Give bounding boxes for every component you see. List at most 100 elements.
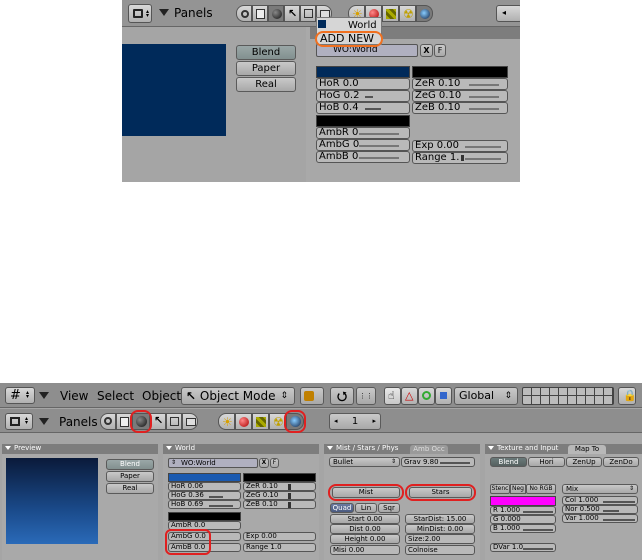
tex-nor-slider[interactable]: Nor 0.500	[562, 505, 638, 514]
preview-collapse-icon[interactable]	[5, 446, 11, 450]
manipulator-hand-icon[interactable]: ☝	[384, 387, 401, 405]
top-ambient-swatch[interactable]	[316, 115, 410, 127]
top-ambg-slider[interactable]: AmbG 0.	[316, 139, 410, 151]
menu-select[interactable]: Select	[97, 389, 134, 403]
lock-icon[interactable]: 🔒	[618, 387, 636, 405]
top-zer-slider[interactable]: ZeR 0.10	[412, 78, 508, 90]
tex-b-slider[interactable]: B 1.000	[490, 524, 556, 533]
mindist-field[interactable]: MinDist: 0.00	[405, 524, 475, 534]
tex-dvar-slider[interactable]: DVar 1.0	[490, 543, 556, 552]
buttons-window-type[interactable]: ▴ ▾	[5, 413, 33, 430]
mist-height-field[interactable]: Height 0.00	[330, 534, 400, 544]
mapping-hori[interactable]: Hori	[528, 457, 565, 467]
world-fake-button[interactable]: F	[270, 458, 279, 468]
zeg-slider[interactable]: ZeG 0.10	[243, 491, 316, 500]
falloff-quad[interactable]: Quad	[330, 503, 354, 513]
world-unlink-button[interactable]: X	[259, 458, 269, 468]
mist-dist-field[interactable]: Dist 0.00	[330, 524, 400, 534]
preview-blend-button[interactable]: Blend	[106, 459, 154, 470]
scale-icon[interactable]	[435, 387, 452, 405]
mapping-zenup[interactable]: ZenUp	[566, 457, 602, 467]
radiosity-subcontext-icon[interactable]: ☢	[399, 5, 416, 22]
top-fake-button[interactable]: F	[434, 44, 446, 57]
range-slider[interactable]: Range 1.0	[243, 543, 316, 552]
top-unlink-button[interactable]: X	[420, 44, 433, 57]
b-texture-icon[interactable]	[252, 413, 269, 430]
top-hor-slider[interactable]: HoR 0.0	[316, 78, 410, 90]
top-horizon-swatch[interactable]	[316, 66, 410, 78]
view3d-collapse-icon[interactable]	[39, 392, 49, 399]
layer-buttons[interactable]	[522, 387, 614, 405]
top-blend-button[interactable]: Blend	[236, 45, 296, 60]
zer-slider[interactable]: ZeR 0.10	[243, 482, 316, 491]
b-material-icon[interactable]	[235, 413, 252, 430]
b-lamp-icon[interactable]: ☀	[218, 413, 235, 430]
ambient-color-swatch[interactable]	[168, 512, 241, 521]
edit-context-icon[interactable]	[300, 5, 316, 22]
falloff-sqr[interactable]: Sqr	[378, 503, 400, 513]
world-subcontext-icon[interactable]	[416, 5, 433, 22]
top-real-button[interactable]: Real	[236, 77, 296, 92]
menu-view[interactable]: View	[60, 389, 88, 403]
top-hob-slider[interactable]: HoB 0.4	[316, 102, 410, 114]
texture-collapse-icon[interactable]	[488, 446, 494, 450]
orientation-select[interactable]: Global ⇕	[454, 387, 518, 405]
tex-r-slider[interactable]: R 1.000	[490, 506, 556, 515]
mist-start-field[interactable]: Start 0.00	[330, 514, 400, 524]
hob-slider[interactable]: HoB 0.69	[168, 500, 241, 509]
layers-toggle[interactable]: ⋮⋮	[356, 387, 376, 405]
amb-occ-tab[interactable]: Amb Occ	[410, 445, 448, 454]
menu-object[interactable]: Object	[142, 389, 181, 403]
hog-slider[interactable]: HoG 0.36	[168, 491, 241, 500]
misi-slider[interactable]: Misi 0.00	[330, 545, 400, 555]
top-ambr-slider[interactable]: AmbR 0.	[316, 127, 410, 139]
texture-subcontext-icon[interactable]	[382, 5, 399, 22]
collapse-triangle-icon[interactable]	[159, 9, 169, 16]
mapping-blend[interactable]: Blend	[490, 457, 527, 467]
top-ambb-slider[interactable]: AmbB 0.	[316, 151, 410, 163]
top-exp-slider[interactable]: Exp 0.00	[412, 140, 508, 152]
top-hog-slider[interactable]: HoG 0.2	[316, 90, 410, 102]
physics-engine-select[interactable]: Bullet ⇕	[329, 457, 400, 467]
world-browse-icon[interactable]: ⇕	[171, 459, 176, 467]
rotate-icon[interactable]	[418, 387, 435, 405]
buttons-collapse-icon[interactable]	[39, 418, 49, 425]
top-paper-button[interactable]: Paper	[236, 61, 296, 76]
tex-col-slider[interactable]: Col 1.000	[562, 496, 638, 505]
b-edit-icon[interactable]	[166, 413, 182, 430]
starsize-slider[interactable]: Size:2.00	[405, 534, 475, 544]
world-name-field[interactable]: ⇕ WO:World	[168, 458, 258, 468]
logic-context-icon[interactable]	[236, 5, 252, 22]
exp-slider[interactable]: Exp 0.00	[243, 532, 316, 541]
object-context-icon[interactable]: ↖	[284, 5, 300, 22]
flag-stenc[interactable]: Stenc	[490, 484, 510, 494]
world-title-bar[interactable]: World	[163, 444, 319, 454]
window-type-icon[interactable]: ▴ ▾	[128, 4, 152, 23]
zenith-color-swatch[interactable]	[243, 473, 316, 482]
texture-title-bar[interactable]: Texture and Input	[485, 444, 642, 454]
tex-var-slider[interactable]: Var 1.000	[562, 514, 638, 523]
top-zeb-slider[interactable]: ZeB 0.10	[412, 102, 508, 114]
grav-slider[interactable]: Grav 9.80	[401, 457, 475, 467]
preview-paper-button[interactable]: Paper	[106, 471, 154, 482]
flag-neg[interactable]: Neg	[510, 484, 526, 494]
flag-norgb[interactable]: No RGB	[526, 484, 556, 494]
shading-context-icon[interactable]	[268, 5, 284, 22]
world-collapse-icon[interactable]	[166, 446, 172, 450]
preview-real-button[interactable]: Real	[106, 483, 154, 494]
horizon-color-swatch[interactable]	[168, 473, 241, 482]
map-to-tab[interactable]: Map To	[568, 445, 606, 454]
translate-icon[interactable]: △	[401, 387, 418, 405]
top-zenith-swatch[interactable]	[412, 66, 508, 78]
mapping-zendo[interactable]: ZenDo	[603, 457, 639, 467]
texture-color-swatch[interactable]	[490, 496, 556, 506]
view3d-window-type[interactable]: # ▴ ▾	[5, 387, 35, 404]
pivot-select[interactable]: ⭯	[330, 387, 354, 405]
script-context-icon[interactable]	[252, 5, 268, 22]
frame-field-left[interactable]: ◂	[496, 5, 520, 22]
top-zeg-slider[interactable]: ZeG 0.10	[412, 90, 508, 102]
hor-slider[interactable]: HoR 0.06	[168, 482, 241, 491]
colnoise-slider[interactable]: Colnoise	[405, 545, 475, 555]
tex-g-slider[interactable]: G 0.000	[490, 515, 556, 524]
b-scene-icon[interactable]	[182, 413, 198, 430]
